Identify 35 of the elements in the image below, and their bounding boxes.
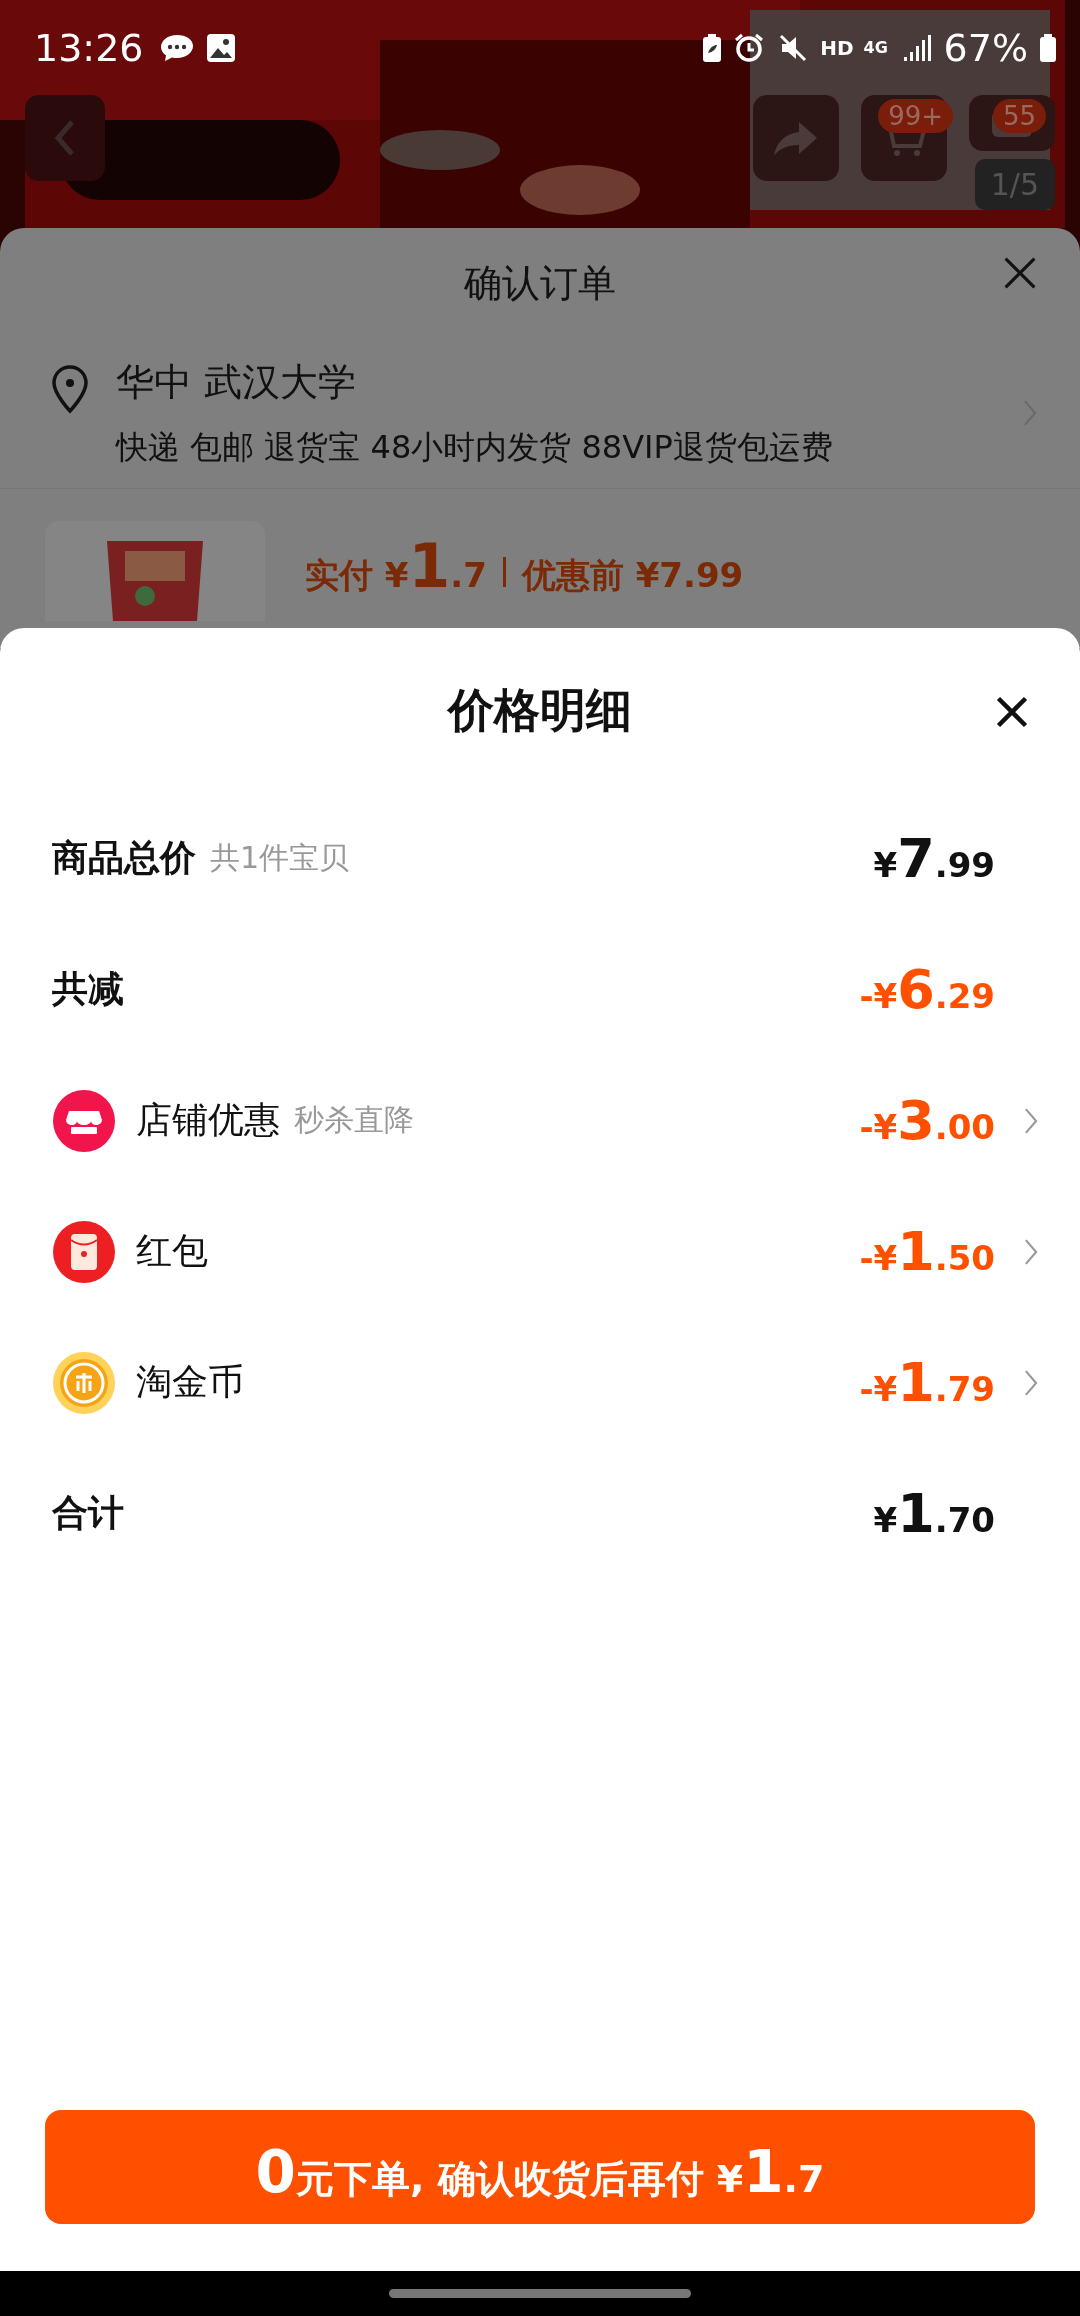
row-label: 合计 <box>52 1491 124 1535</box>
close-icon[interactable] <box>994 694 1030 730</box>
location-pin-icon <box>50 364 90 414</box>
cart-badge: 99+ <box>878 99 953 133</box>
battery-level: 67% <box>943 25 1028 70</box>
battery-saver-icon <box>702 32 723 63</box>
amount: ¥1.70 <box>873 1482 995 1545</box>
chat-bubble-icon <box>159 32 194 63</box>
sheet-title: 确认订单 <box>464 259 616 307</box>
delivery-details: 快递 包邮 退货宝 48小时内发货 88VIP退货包运费 <box>116 426 834 468</box>
amount: -¥1.79 <box>859 1351 995 1414</box>
row-label: 淘金币 <box>136 1360 244 1404</box>
amount: -¥6.29 <box>859 958 995 1021</box>
battery-icon <box>1038 32 1058 63</box>
row-note: 秒杀直降 <box>294 1101 414 1139</box>
row-note: 共1件宝贝 <box>210 839 350 877</box>
sheet-title: 价格明细 <box>448 681 632 739</box>
address-name: 华中 武汉大学 <box>116 358 358 406</box>
envelope-icon <box>52 1219 116 1284</box>
shop-icon <box>52 1088 116 1153</box>
network-indicator: 4G <box>863 39 889 56</box>
share-button[interactable] <box>753 95 839 181</box>
amount: ¥7.99 <box>873 827 995 890</box>
paid-price: 实付 ¥1.7 <box>305 531 487 601</box>
original-price: 优惠前 ¥7.99 <box>521 554 744 597</box>
submit-order-button[interactable]: 0元下单, 确认收货后再付 ¥1.7 <box>45 2110 1035 2224</box>
coin-icon <box>52 1350 116 1415</box>
row-label: 红包 <box>136 1229 208 1273</box>
row-label: 共减 <box>52 967 124 1011</box>
amount: -¥3.00 <box>859 1089 995 1152</box>
row-label: 店铺优惠 <box>136 1098 280 1142</box>
row-label: 商品总价 <box>52 836 196 880</box>
amount: -¥1.50 <box>859 1220 995 1283</box>
status-time: 13:26 <box>34 25 144 70</box>
hd-indicator: HD <box>820 35 854 60</box>
